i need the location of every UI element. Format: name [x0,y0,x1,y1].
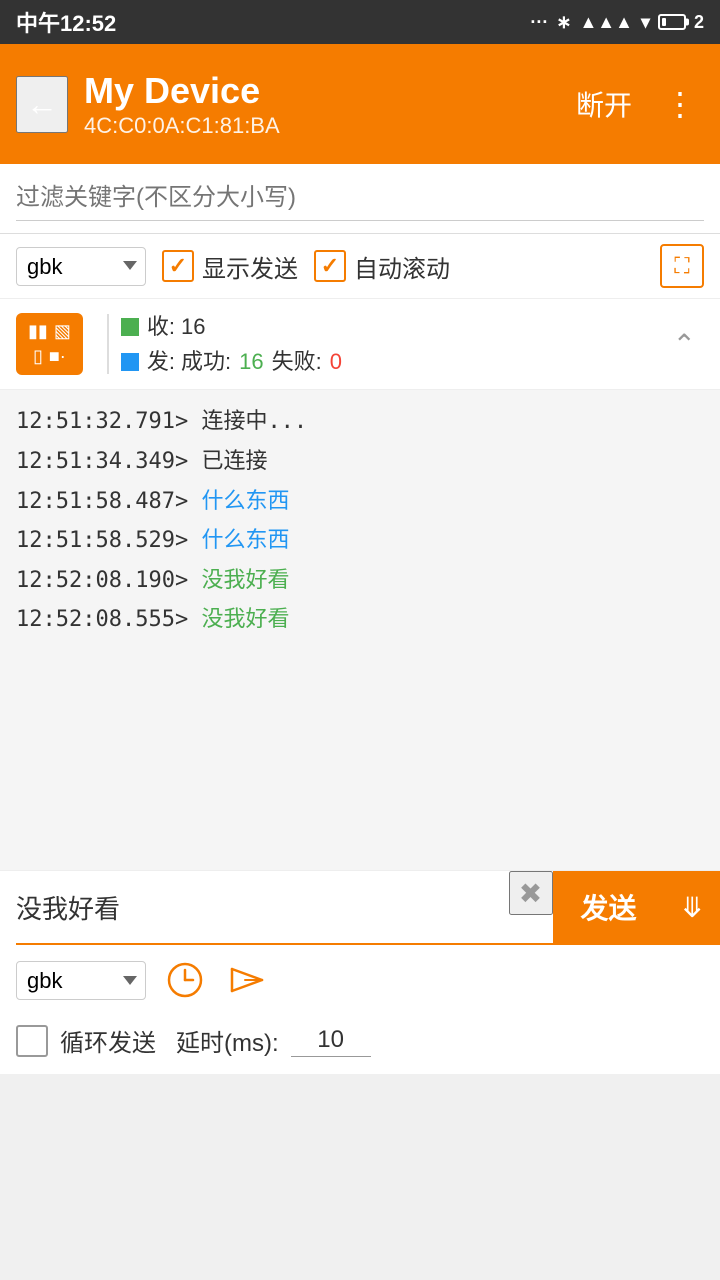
loop-send-label: 循环发送 [60,1023,156,1058]
log-entry: 12:51:58.487> 什么东西 [16,482,704,522]
signal-dots-icon: ··· [530,12,548,33]
log-message: 什么东西 [201,489,289,514]
auto-scroll-label[interactable]: 自动滚动 [314,249,450,284]
app-bar-title: My Device 4C:C0:0A:C1:81:BA [84,69,552,138]
send-dot [121,353,139,371]
log-message: 没我好看 [201,568,289,593]
bottom-controls: gbk utf-8 ascii [0,945,720,1015]
show-send-label[interactable]: 显示发送 [162,249,298,284]
log-timestamp: 12:51:58.487> [16,489,201,514]
log-entry: 12:51:32.791> 连接中... [16,402,704,442]
send-icon [228,961,266,999]
send-stat-line: 发: 成功: 16 失败: 0 [121,344,665,379]
log-message: 没我好看 [201,607,289,632]
scroll-down-button[interactable]: ⤋ [665,871,720,943]
log-timestamp: 12:51:34.349> [16,449,201,474]
signal-icon: ▲▲▲ [579,12,632,33]
battery-icon [658,14,686,30]
device-name: My Device [84,69,552,112]
delay-input[interactable] [291,1024,371,1057]
stats-info: 收: 16 发: 成功: 16 失败: 0 [121,309,665,379]
log-timestamp: 12:52:08.555> [16,607,201,632]
expand-button[interactable]: ⛶ [660,244,704,288]
device-address: 4C:C0:0A:C1:81:BA [84,113,552,139]
encoding-select-top[interactable]: gbk utf-8 ascii [16,247,146,286]
back-button[interactable]: ← [16,76,68,133]
log-message: 连接中... [201,409,307,434]
history-button[interactable] [162,957,208,1003]
recv-stat-text: 收: 16 [147,309,206,344]
auto-scroll-text: 自动滚动 [354,249,450,284]
bottom-area: ✖ 发送 ⤋ gbk utf-8 ascii 循环发送 [0,870,720,1074]
loop-row: 循环发送 延时(ms): [0,1015,720,1074]
log-message: 已连接 [201,449,267,474]
send-icon-button[interactable] [224,957,270,1003]
app-bar: ← My Device 4C:C0:0A:C1:81:BA 断开 ⋮ [0,44,720,164]
controls-row: gbk utf-8 ascii 显示发送 自动滚动 ⛶ [0,234,720,299]
filter-bar [0,164,720,234]
log-entry: 12:51:58.529> 什么东西 [16,521,704,561]
loop-send-checkbox[interactable] [16,1025,48,1057]
app-bar-actions: 断开 ⋮ [568,76,704,132]
log-entry: 12:51:34.349> 已连接 [16,442,704,482]
clear-icon: ■· [49,346,66,367]
show-send-checkbox[interactable] [162,250,194,282]
log-entry: 12:52:08.190> 没我好看 [16,561,704,601]
pause-icon: ▮▮ [28,321,48,342]
status-icons: ··· ∗ ▲▲▲ ▾ 2 [530,12,704,33]
message-input[interactable] [16,871,509,943]
log-message: 什么东西 [201,528,289,553]
auto-scroll-checkbox[interactable] [314,250,346,282]
more-options-button[interactable]: ⋮ [656,77,704,131]
bluetooth-icon: ∗ [556,12,571,33]
encoding-select-bottom[interactable]: gbk utf-8 ascii [16,961,146,1000]
log-timestamp: 12:51:58.529> [16,528,201,553]
send-fail-prefix: 失败: [272,344,322,379]
log-timestamp: 12:51:32.791> [16,409,201,434]
send-stat-prefix: 发: 成功: [147,344,231,379]
show-send-text: 显示发送 [202,249,298,284]
status-time: 中午12:52 [16,6,116,38]
send-button[interactable]: 发送 [553,871,665,943]
send-fail-count: 0 [330,344,342,379]
wifi-icon: ▾ [641,12,650,33]
battery-level: 2 [694,12,704,33]
grid-icon: ▧ [54,321,71,342]
trash-icon: ▯ [33,346,43,367]
log-timestamp: 12:52:08.190> [16,568,201,593]
collapse-button[interactable]: ⌃ [665,320,704,369]
stats-row: ▮▮ ▧ ▯ ■· 收: 16 发: 成功: 16 失败: 0 ⌃ [0,299,720,390]
log-entry: 12:52:08.555> 没我好看 [16,600,704,640]
send-success-count: 16 [239,344,263,379]
disconnect-button[interactable]: 断开 [568,76,640,132]
recv-dot [121,318,139,336]
delay-label: 延时(ms): [176,1023,279,1058]
status-bar: 中午12:52 ··· ∗ ▲▲▲ ▾ 2 [0,0,720,44]
clock-icon [166,961,204,999]
filter-input[interactable] [16,176,704,221]
vertical-divider [107,314,109,374]
log-area: 12:51:32.791> 连接中...12:51:34.349> 已连接12:… [0,390,720,870]
recv-stat-line: 收: 16 [121,309,665,344]
clear-input-button[interactable]: ✖ [509,871,553,915]
stats-controls-button[interactable]: ▮▮ ▧ ▯ ■· [16,313,83,375]
